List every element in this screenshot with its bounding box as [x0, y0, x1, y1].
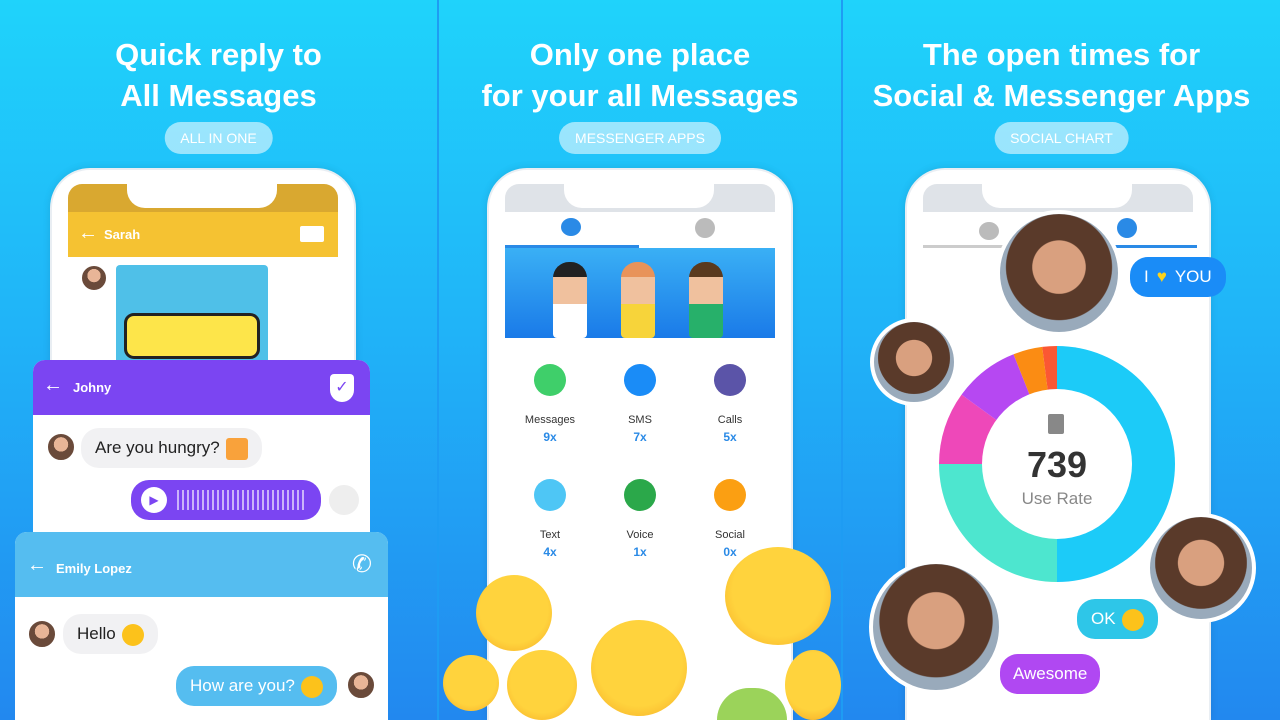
party-emoji-icon: [591, 620, 687, 716]
app-label: Social: [715, 529, 745, 541]
app-count: 4x: [543, 545, 557, 559]
chat-card-emily: ← Emily Lopez ✆ Hello How are you?: [15, 532, 388, 720]
app-item-text[interactable]: Text 4x: [505, 479, 595, 559]
tab-chart[interactable]: [639, 212, 773, 248]
app-count: 7x: [633, 430, 647, 444]
send-icon: [534, 479, 566, 511]
play-icon[interactable]: ▶: [141, 487, 167, 513]
tag-pill: MESSENGER APPS: [559, 122, 721, 154]
app-count: 5x: [723, 430, 737, 444]
message-bubble: Are you hungry?: [81, 428, 262, 468]
waveform-icon: [177, 490, 307, 510]
use-rate-label: Use Rate: [1021, 489, 1093, 508]
message-text: Are you hungry?: [95, 438, 220, 457]
app-label: SMS: [628, 414, 652, 426]
chat-card-johny: ← Johny ✓ Are you hungry? ▶: [33, 360, 370, 535]
message-bubble-sent: How are you?: [176, 666, 337, 706]
contact-name: Sarah: [104, 227, 141, 242]
avatar-photo: [1146, 513, 1256, 623]
laughing-emoji-icon: [476, 575, 552, 651]
message-text: Hello: [77, 624, 116, 643]
trash-icon[interactable]: [1048, 414, 1064, 434]
video-call-icon[interactable]: [300, 226, 324, 242]
tab-messages[interactable]: [505, 212, 639, 248]
avatar-placeholder: [329, 485, 359, 515]
angel-emoji-icon: [785, 650, 841, 720]
love-bubble: I ♥ YOU: [1130, 257, 1226, 297]
panel-messenger-apps: Only one place for your all Messages MES…: [439, 0, 841, 720]
app-item-messages[interactable]: Messages 9x: [505, 364, 595, 444]
cake-image: [116, 265, 268, 365]
app-label: Calls: [717, 414, 743, 426]
awesome-bubble: Awesome: [1000, 654, 1101, 694]
voice-message[interactable]: ▶: [131, 480, 321, 520]
shocked-emoji-icon: [507, 650, 577, 720]
pie-chart-icon: [695, 218, 715, 238]
app-item-voice[interactable]: Voice 1x: [595, 479, 685, 559]
app-label: Text: [539, 529, 561, 541]
use-rate-value: 739: [1026, 444, 1088, 485]
app-label: Messages: [524, 414, 576, 426]
contact-name: Emily Lopez: [56, 561, 132, 576]
chat-header-sarah: ← Sarah: [68, 212, 338, 257]
pizza-emoji-icon: [225, 437, 248, 460]
phone-call-icon[interactable]: ✆: [352, 550, 372, 579]
tag-pill: ALL IN ONE: [164, 122, 273, 154]
heart-eyes-emoji-icon: [121, 623, 144, 646]
back-arrow-icon[interactable]: ←: [78, 222, 98, 245]
avatar: [80, 264, 108, 292]
contact-name: Johny: [73, 380, 112, 395]
panel-social-chart: The open times for Social & Messenger Ap…: [843, 0, 1280, 720]
back-arrow-icon[interactable]: ←: [43, 374, 63, 397]
app-label: Voice: [626, 529, 654, 541]
panel-title: Quick reply to All Messages: [115, 37, 322, 113]
notes-icon: [714, 479, 746, 511]
bubble-text: YOU: [1174, 267, 1212, 286]
back-arrow-icon[interactable]: ←: [27, 554, 47, 577]
grin-emoji-icon: [300, 675, 323, 698]
avatar-photo: [869, 560, 1003, 694]
message-bubble: Hello: [63, 614, 158, 654]
ok-bubble: OK: [1077, 599, 1158, 639]
smile-emoji-icon: [1121, 608, 1144, 631]
app-count: 1x: [633, 545, 647, 559]
microphone-icon: [624, 479, 656, 511]
whatsapp-icon: [534, 364, 566, 396]
panel-title: Only one place for your all Messages: [481, 37, 799, 113]
panel-quick-reply: Quick reply to All Messages ALL IN ONE ←…: [0, 0, 437, 720]
bubble-text: OK: [1091, 609, 1116, 628]
chat-bubble-icon: [561, 218, 581, 236]
heart-eyes-emoji-icon: [725, 547, 831, 645]
avatar-photo: [870, 318, 958, 406]
messenger-icon: [624, 364, 656, 396]
avatar: [46, 432, 76, 462]
app-count: 9x: [543, 430, 557, 444]
bubble-text: Awesome: [1013, 664, 1088, 683]
people-banner: [505, 248, 775, 338]
viber-icon: [714, 364, 746, 396]
avatar-photo: [996, 210, 1122, 336]
heart-icon: ♥: [1156, 267, 1167, 286]
app-item-sms[interactable]: SMS 7x: [595, 364, 685, 444]
kiss-emoji-icon: [443, 655, 499, 711]
bubble-text: I: [1144, 267, 1149, 286]
shield-check-icon: ✓: [330, 374, 354, 402]
message-text: How are you?: [190, 676, 295, 695]
avatar: [27, 619, 57, 649]
app-item-social[interactable]: Social 0x: [685, 479, 775, 559]
app-item-calls[interactable]: Calls 5x: [685, 364, 775, 444]
avatar: [346, 670, 376, 700]
